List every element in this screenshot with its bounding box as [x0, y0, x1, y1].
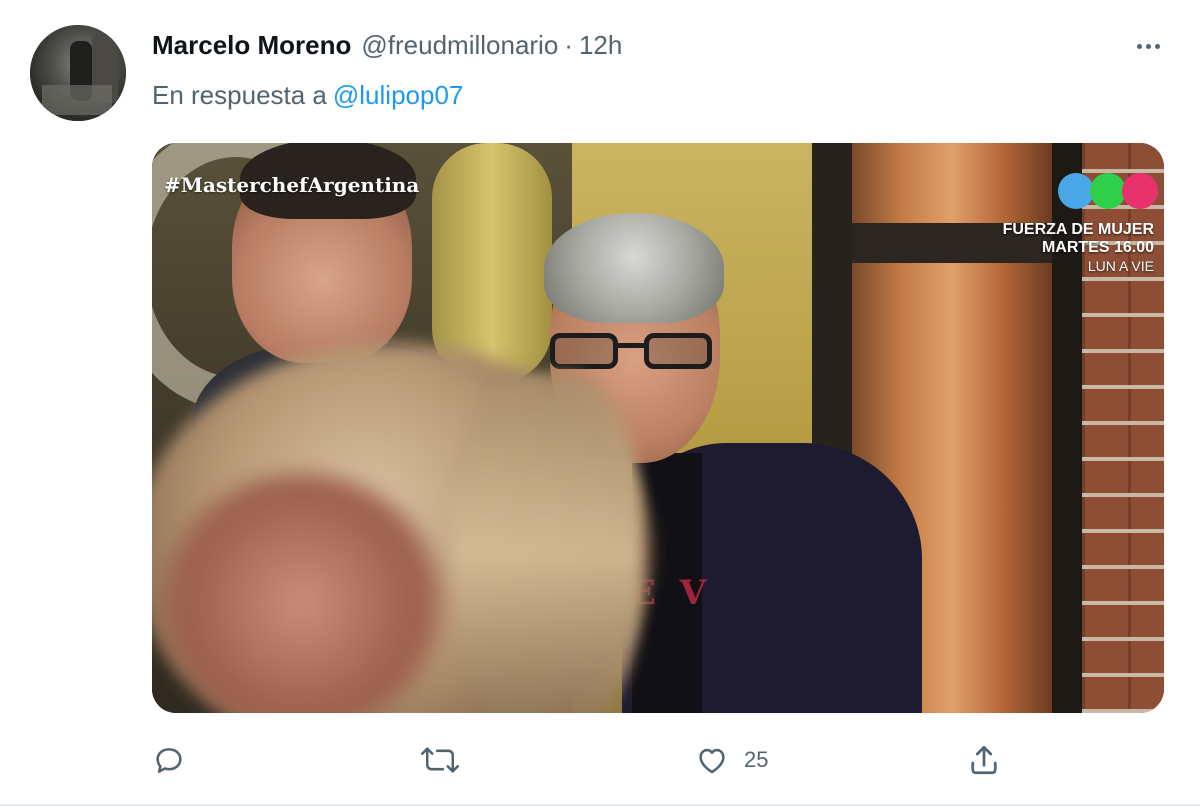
more-dot — [1136, 43, 1142, 49]
glasses-lens — [550, 333, 618, 369]
channel-promo: FUERZA DE MUJER MARTES 16.00 LUN A VIE — [1003, 221, 1154, 275]
like-count: 25 — [744, 747, 769, 772]
share-icon — [971, 745, 997, 775]
like-icon — [699, 748, 725, 774]
share-button[interactable] — [966, 740, 1002, 780]
reply-icon — [156, 748, 182, 773]
more-dot — [1154, 43, 1160, 49]
reply-prefix: En respuesta a — [152, 80, 327, 110]
promo-line-2: MARTES 16.00 — [1041, 239, 1154, 256]
glasses — [550, 333, 714, 371]
glasses-bridge — [616, 343, 646, 348]
reply-mention-link[interactable]: @lulipop07 — [333, 80, 463, 110]
avatar-photo-detail — [42, 85, 112, 115]
promo-line-1: FUERZA DE MUJER — [1002, 221, 1154, 238]
tweet[interactable]: Marcelo Moreno @freudmillonario · 12h En… — [0, 0, 1200, 806]
like-button[interactable]: 25 — [694, 740, 768, 780]
glasses-lens — [644, 333, 712, 369]
reply-button[interactable] — [152, 740, 186, 780]
tweet-timestamp[interactable]: 12h — [579, 30, 622, 61]
reply-context: En respuesta a @lulipop07 — [152, 80, 463, 111]
author-display-name[interactable]: Marcelo Moreno — [152, 30, 351, 61]
person-foreground-blur — [452, 373, 642, 713]
retweet-button[interactable] — [420, 740, 460, 780]
logo-circle — [1090, 173, 1126, 209]
promo-line-3: LUN A VIE — [1087, 258, 1154, 274]
retweet-icon — [421, 747, 459, 773]
channel-logo-icon — [1058, 173, 1158, 209]
logo-circle — [1058, 173, 1094, 209]
more-dot — [1145, 43, 1151, 49]
author-handle[interactable]: @freudmillonario — [361, 30, 558, 61]
avatar[interactable] — [30, 25, 126, 121]
scene-decor — [432, 143, 552, 383]
media-watermark: #MasterchefArgentina — [164, 173, 420, 197]
tweet-media-image[interactable]: E V #MasterchefArgentina FUERZA DE MUJER… — [152, 143, 1164, 713]
logo-circle — [1122, 173, 1158, 209]
person-center-hair — [544, 213, 724, 323]
header-separator: · — [564, 30, 573, 60]
tweet-actions: 25 — [152, 740, 1052, 780]
more-horizontal-icon[interactable] — [1128, 34, 1168, 58]
tweet-header: Marcelo Moreno @freudmillonario · 12h — [152, 30, 622, 66]
